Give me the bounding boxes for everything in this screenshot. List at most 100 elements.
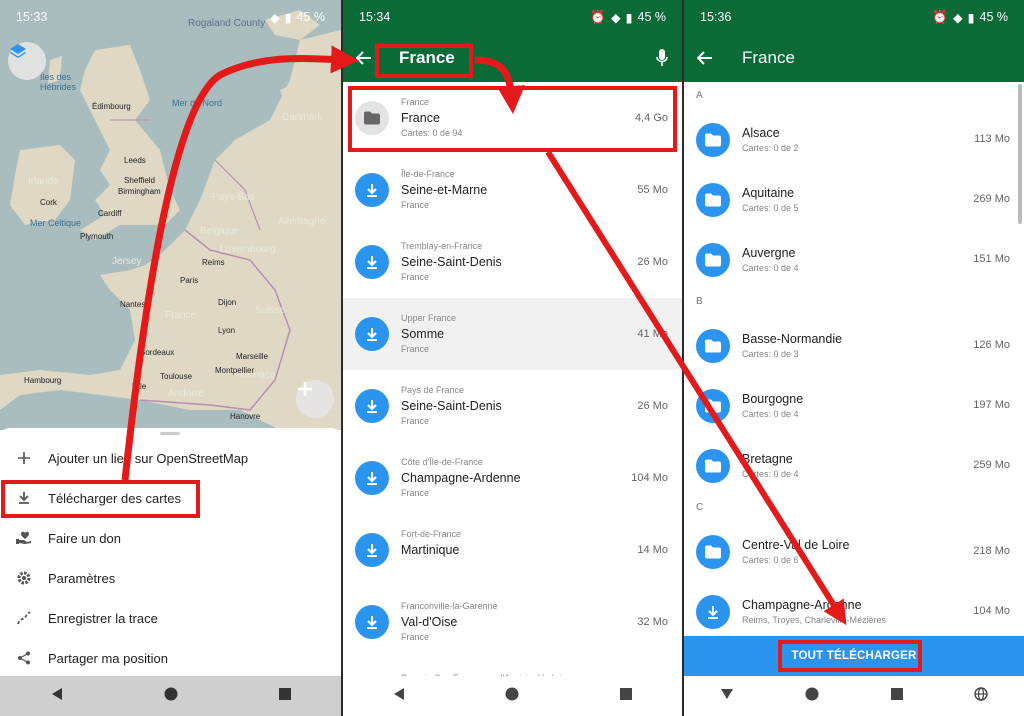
status-bar: 15:33 ◆ ▮ 45 %	[0, 0, 341, 34]
item-name: Champagne-Ardenne	[742, 598, 862, 612]
item-size: 218 Mo	[973, 545, 1010, 557]
item-sub: Cartes: 0 de 2	[742, 143, 799, 153]
download-icon	[355, 173, 389, 207]
home-nav-icon[interactable]	[505, 687, 519, 706]
map-city: Leeds	[124, 156, 146, 165]
status-time: 15:33	[16, 10, 48, 24]
download-icon	[355, 605, 389, 639]
download-icon	[355, 317, 389, 351]
back-nav-icon[interactable]	[51, 687, 63, 706]
back-nav-icon[interactable]	[393, 687, 405, 706]
list-item[interactable]: Bourgogne Cartes: 0 de 4 197 Mo	[684, 376, 1024, 436]
item-size: 104 Mo	[631, 472, 668, 484]
status-time: 15:36	[700, 10, 732, 24]
item-parent: Île-de-France	[401, 169, 455, 179]
item-size: 126 Mo	[973, 339, 1010, 351]
menu-item-share-location[interactable]: Partager ma position	[0, 639, 341, 677]
list-item[interactable]: Auvergne Cartes: 0 de 4 151 Mo	[684, 230, 1024, 290]
system-nav-bar	[0, 676, 341, 716]
map-city: Cardiff	[98, 209, 122, 218]
download-icon	[355, 245, 389, 279]
map-city: Bordeaux	[140, 348, 175, 357]
globe-icon[interactable]	[974, 686, 988, 706]
section-letter: A	[696, 90, 703, 101]
item-parent: Fort-de-France	[401, 529, 462, 539]
map-label: France	[165, 310, 197, 321]
status-bar: 15:36 ⏰ ◆ ▮ 45 %	[684, 0, 1024, 34]
map-screen: Rogaland County Îles des Hébrides Mer du…	[0, 0, 341, 716]
menu-label: Enregistrer la trace	[48, 610, 158, 626]
system-nav-bar	[343, 676, 682, 716]
download-icon	[696, 595, 730, 629]
map-city: Hambourg	[24, 376, 62, 385]
battery-icon: ▮	[625, 10, 633, 25]
list-item[interactable]: Bretagne Cartes: 0 de 4 259 Mo	[684, 436, 1024, 496]
map-label: Luxembourg	[220, 244, 276, 255]
sheet-handle[interactable]	[160, 432, 180, 435]
zoom-in-button[interactable]	[296, 380, 334, 418]
home-nav-icon[interactable]	[164, 687, 178, 706]
item-name: Bourgogne	[742, 392, 804, 406]
recents-nav-icon[interactable]	[619, 687, 632, 705]
menu-item-settings[interactable]: Paramètres	[0, 559, 341, 597]
status-bar: 15:34 ⏰ ◆ ▮ 45 %	[343, 0, 682, 34]
list-item[interactable]: Aquitaine Cartes: 0 de 5 269 Mo	[684, 170, 1024, 230]
menu-label: Faire un don	[48, 530, 121, 546]
recents-nav-icon[interactable]	[890, 687, 903, 705]
item-sub: Cartes: 0 de 6	[742, 555, 799, 565]
menu-label: Paramètres	[48, 570, 116, 586]
list-item[interactable]: Tremblay-en-France Seine-Saint-Denis Franc…	[343, 226, 682, 298]
recents-nav-icon[interactable]	[278, 687, 291, 705]
item-name: Aquitaine	[742, 186, 795, 200]
section-letter: C	[696, 502, 704, 513]
list-item[interactable]: Upper France Somme France 41 Mo	[343, 298, 682, 370]
item-sub: France	[401, 416, 430, 426]
map-label: Mer Celtique	[30, 218, 82, 228]
item-sub: France	[401, 632, 430, 642]
map-city: Édimbourg	[92, 102, 131, 111]
microphone-icon[interactable]	[642, 49, 682, 67]
menu-item-record-track[interactable]: Enregistrer la trace	[0, 599, 341, 637]
list-item[interactable]: Basse-Normandie Cartes: 0 de 3 126 Mo	[684, 316, 1024, 376]
map-city: Reims	[202, 258, 225, 267]
list-item[interactable]: Pays de France Seine-Saint-Denis France 26 …	[343, 370, 682, 442]
item-name: Auvergne	[742, 246, 796, 260]
layers-button[interactable]	[8, 42, 46, 80]
item-size: 197 Mo	[973, 399, 1010, 411]
section-letter: B	[696, 296, 703, 307]
folder-icon	[696, 243, 730, 277]
list-item[interactable]: Fort-de-France Martinique 14 Mo	[343, 514, 682, 586]
map-city: Dijon	[218, 298, 237, 307]
back-nav-icon[interactable]	[720, 687, 734, 705]
item-size: 26 Mo	[637, 400, 668, 412]
back-arrow-icon[interactable]	[684, 51, 726, 65]
list-item[interactable]: Champagne-Ardenne Reims, Troyes, Charlevi…	[684, 582, 1024, 642]
highlight-box	[375, 44, 473, 78]
home-nav-icon[interactable]	[805, 687, 819, 706]
list-item[interactable]: Centre-Val de Loire Cartes: 0 de 6 218 Mo	[684, 522, 1024, 582]
item-parent: Upper France	[401, 313, 457, 323]
list-item[interactable]: Côte d'Île-de-France Champagne-Ardenne Fra…	[343, 442, 682, 514]
map-city: Marseille	[236, 352, 269, 361]
item-size: 26 Mo	[637, 256, 668, 268]
scrollbar[interactable]	[1018, 84, 1022, 224]
list-item[interactable]: Alsace Cartes: 0 de 2 113 Mo	[684, 110, 1024, 170]
map-city: Montpellier	[215, 366, 255, 375]
menu-item-add-place[interactable]: Ajouter un lieu sur OpenStreetMap	[0, 439, 341, 477]
share-icon	[0, 651, 48, 665]
item-sub: Cartes: 0 de 5	[742, 203, 799, 213]
map-city: Plymouth	[80, 232, 114, 241]
map-city: Birmingham	[118, 187, 161, 196]
map-view[interactable]: Rogaland County Îles des Hébrides Mer du…	[0, 0, 341, 430]
item-sub: Reims, Troyes, Charleville-Mézières	[742, 615, 887, 625]
item-size: 269 Mo	[973, 193, 1010, 205]
plus-icon	[298, 382, 312, 396]
item-sub: France	[401, 344, 430, 354]
list-item[interactable]: Franconville-la-Garenne Val-d'Oise France 3…	[343, 586, 682, 658]
map-city: Nantes	[120, 300, 146, 309]
menu-item-donate[interactable]: Faire un don	[0, 519, 341, 557]
gear-icon	[0, 570, 48, 586]
item-size: 55 Mo	[637, 184, 668, 196]
item-size: 259 Mo	[973, 459, 1010, 471]
list-item[interactable]: Île-de-France Seine-et-Marne France 55 Mo	[343, 154, 682, 226]
